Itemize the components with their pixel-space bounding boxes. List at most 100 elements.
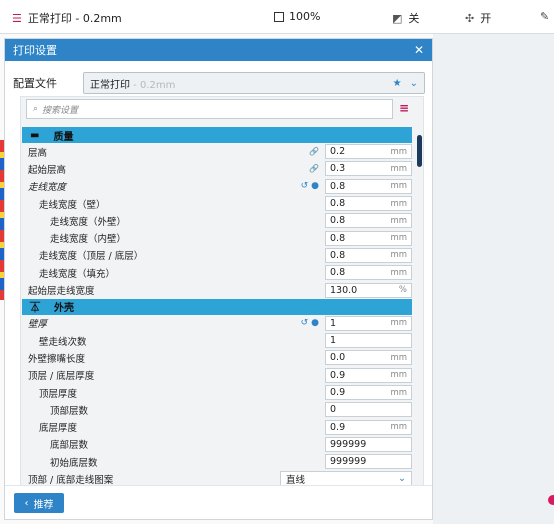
setting-value: 999999 [330,438,367,450]
search-input[interactable]: ⌕ 搜索设置 [26,99,393,119]
reset-icon[interactable]: ↺ [301,181,309,191]
adhesion-icon: ✣ [465,11,475,25]
star-icon[interactable]: ★ [393,78,402,89]
setting-label: 顶层厚度 [39,388,78,400]
setting-unit: mm [390,318,407,329]
setting-input[interactable]: 0.2 mm [325,144,412,160]
setting-label: 顶层 / 底层厚度 [28,371,95,383]
frame-icon [274,11,284,22]
setting-dropdown-value: 直线 [286,474,306,486]
settings-rows: ▬ 质量 层高 🔗 0.2 mm 起始层高 🔗 0.3 mm 走线宽度 ↺ ● 0.8 mm 走线宽度（壁） 0… [22,127,412,488]
setting-unit: mm [390,215,407,226]
setting-input[interactable]: 0.8 mm [325,196,412,212]
setting-value: 0 [330,404,337,416]
setting-input[interactable]: 0.8 mm [325,247,412,263]
setting-value: 0.8 [330,215,346,227]
setting-label: 走线宽度（壁） [39,199,106,211]
adhesion-tab[interactable]: ✣ 开 [465,10,491,26]
setting-input[interactable]: 1 mm [325,315,412,331]
setting-row: 走线宽度（填充） 0.8 mm [22,264,412,281]
setting-input[interactable]: 0.9 mm [325,419,412,435]
setting-input[interactable]: 0.8 mm [325,265,412,281]
link-icon[interactable]: 🔗 [309,164,319,173]
setting-unit: mm [390,352,407,363]
adhesion-label: 开 [480,12,492,25]
setting-label: 壁走线次数 [39,336,87,348]
search-icon: ⌕ [33,104,39,114]
setting-row: 初始底层数 999999 [22,453,412,470]
setting-row: 顶部层数 0 [22,401,412,418]
setting-input[interactable]: 130.0% [325,282,412,298]
setting-row: 起始层高 🔗 0.3 mm [22,160,412,177]
setting-label: 起始层高 [28,164,67,176]
edit-icon[interactable]: ✎ [540,10,549,23]
info-icon[interactable]: ● [311,318,319,328]
setting-label: 起始层走线宽度 [28,286,95,298]
setting-value: 1 [330,317,337,329]
setting-value: 0.8 [330,232,346,244]
section-title: 外壳 [54,303,74,315]
setting-input[interactable]: 0 [325,402,412,418]
zoom-tab[interactable]: 100% [274,10,320,23]
setting-row: 外壁擦嘴长度 0.0 mm [22,349,412,366]
section-header[interactable]: ⏄ 外壳 [22,298,412,315]
setting-value: 0.9 [330,421,346,433]
setting-icons: 🔗 [297,147,319,156]
setting-label: 顶部层数 [50,405,89,417]
setting-label: 层高 [28,147,48,159]
setting-row: 走线宽度（内壁） 0.8 mm [22,229,412,246]
setting-label: 走线宽度（顶层 / 底层） [39,251,144,263]
setting-value: 0.8 [330,198,346,210]
chevron-left-icon: ‹ [24,497,29,509]
recommend-button[interactable]: ‹ 推荐 [14,493,64,513]
setting-input[interactable]: 0.9 mm [325,367,412,383]
menu-icon[interactable]: ≡ [399,101,409,115]
support-tab[interactable]: ◩ 关 [392,10,419,26]
search-placeholder: 搜索设置 [42,105,79,116]
section-title: 质量 [53,131,74,143]
setting-input[interactable]: 0.8 mm [325,213,412,229]
setting-icons: ↺ ● [297,181,319,191]
settings-list: ⌕ 搜索设置 ≡ ▬ 质量 层高 🔗 0.2 mm 起始层高 🔗 0.3 mm 走线宽度 ↺ ● 0.8 m… [20,96,424,488]
setting-unit: mm [390,181,407,192]
setting-label: 走线宽度（外壁） [50,216,127,228]
chevron-down-icon[interactable]: ⌄ [410,78,418,89]
setting-input[interactable]: 0.0 mm [325,350,412,366]
support-icon: ◩ [392,11,403,25]
setting-row: 顶层厚度 0.9 mm [22,384,412,401]
setting-unit: mm [390,267,407,278]
close-icon[interactable]: ✕ [414,43,424,57]
setting-label: 顶部 / 底部走线图案 [28,474,114,486]
setting-input[interactable]: 1 [325,333,412,349]
setting-value: 0.9 [330,387,346,398]
profile-subtitle: - 0.2mm [130,79,176,91]
panel-header: 打印设置 ✕ [5,39,432,61]
status-dot [548,495,554,505]
profile-tab[interactable]: ☰ 正常打印 - 0.2mm [12,10,122,26]
setting-unit: mm [390,250,407,261]
scrollbar[interactable] [417,135,422,167]
setting-input[interactable]: 0.8 mm [325,178,412,194]
section-header[interactable]: ▬ 质量 [22,127,412,143]
setting-input[interactable]: 0.9 mm [325,385,412,400]
setting-row: 顶层 / 底层厚度 0.9 mm [22,367,412,384]
reset-icon[interactable]: ↺ [301,318,309,328]
support-label: 关 [408,12,420,25]
setting-label: 走线宽度（填充） [39,268,116,280]
setting-label: 初始底层数 [50,457,98,469]
profile-select-icons: ★ ⌄ [393,78,418,89]
profile-select[interactable]: 正常打印 - 0.2mm ★ ⌄ [83,72,425,94]
link-icon[interactable]: 🔗 [309,147,319,156]
setting-value: 0.9 [330,369,346,381]
setting-input[interactable]: 0.3 mm [325,161,412,177]
chevron-down-icon: ⌄ [398,473,406,485]
setting-input[interactable]: 0.8 mm [325,230,412,246]
setting-row: 起始层走线宽度 130.0% [22,281,412,298]
setting-value: 130.0 [330,284,358,296]
info-icon[interactable]: ● [311,181,319,191]
setting-value: 0.8 [330,267,346,279]
setting-row: 底部层数 999999 [22,436,412,453]
profile-row: 配置文件 正常打印 - 0.2mm ★ ⌄ [13,72,425,94]
setting-input[interactable]: 999999 [325,436,412,452]
setting-input[interactable]: 999999 [325,454,412,470]
